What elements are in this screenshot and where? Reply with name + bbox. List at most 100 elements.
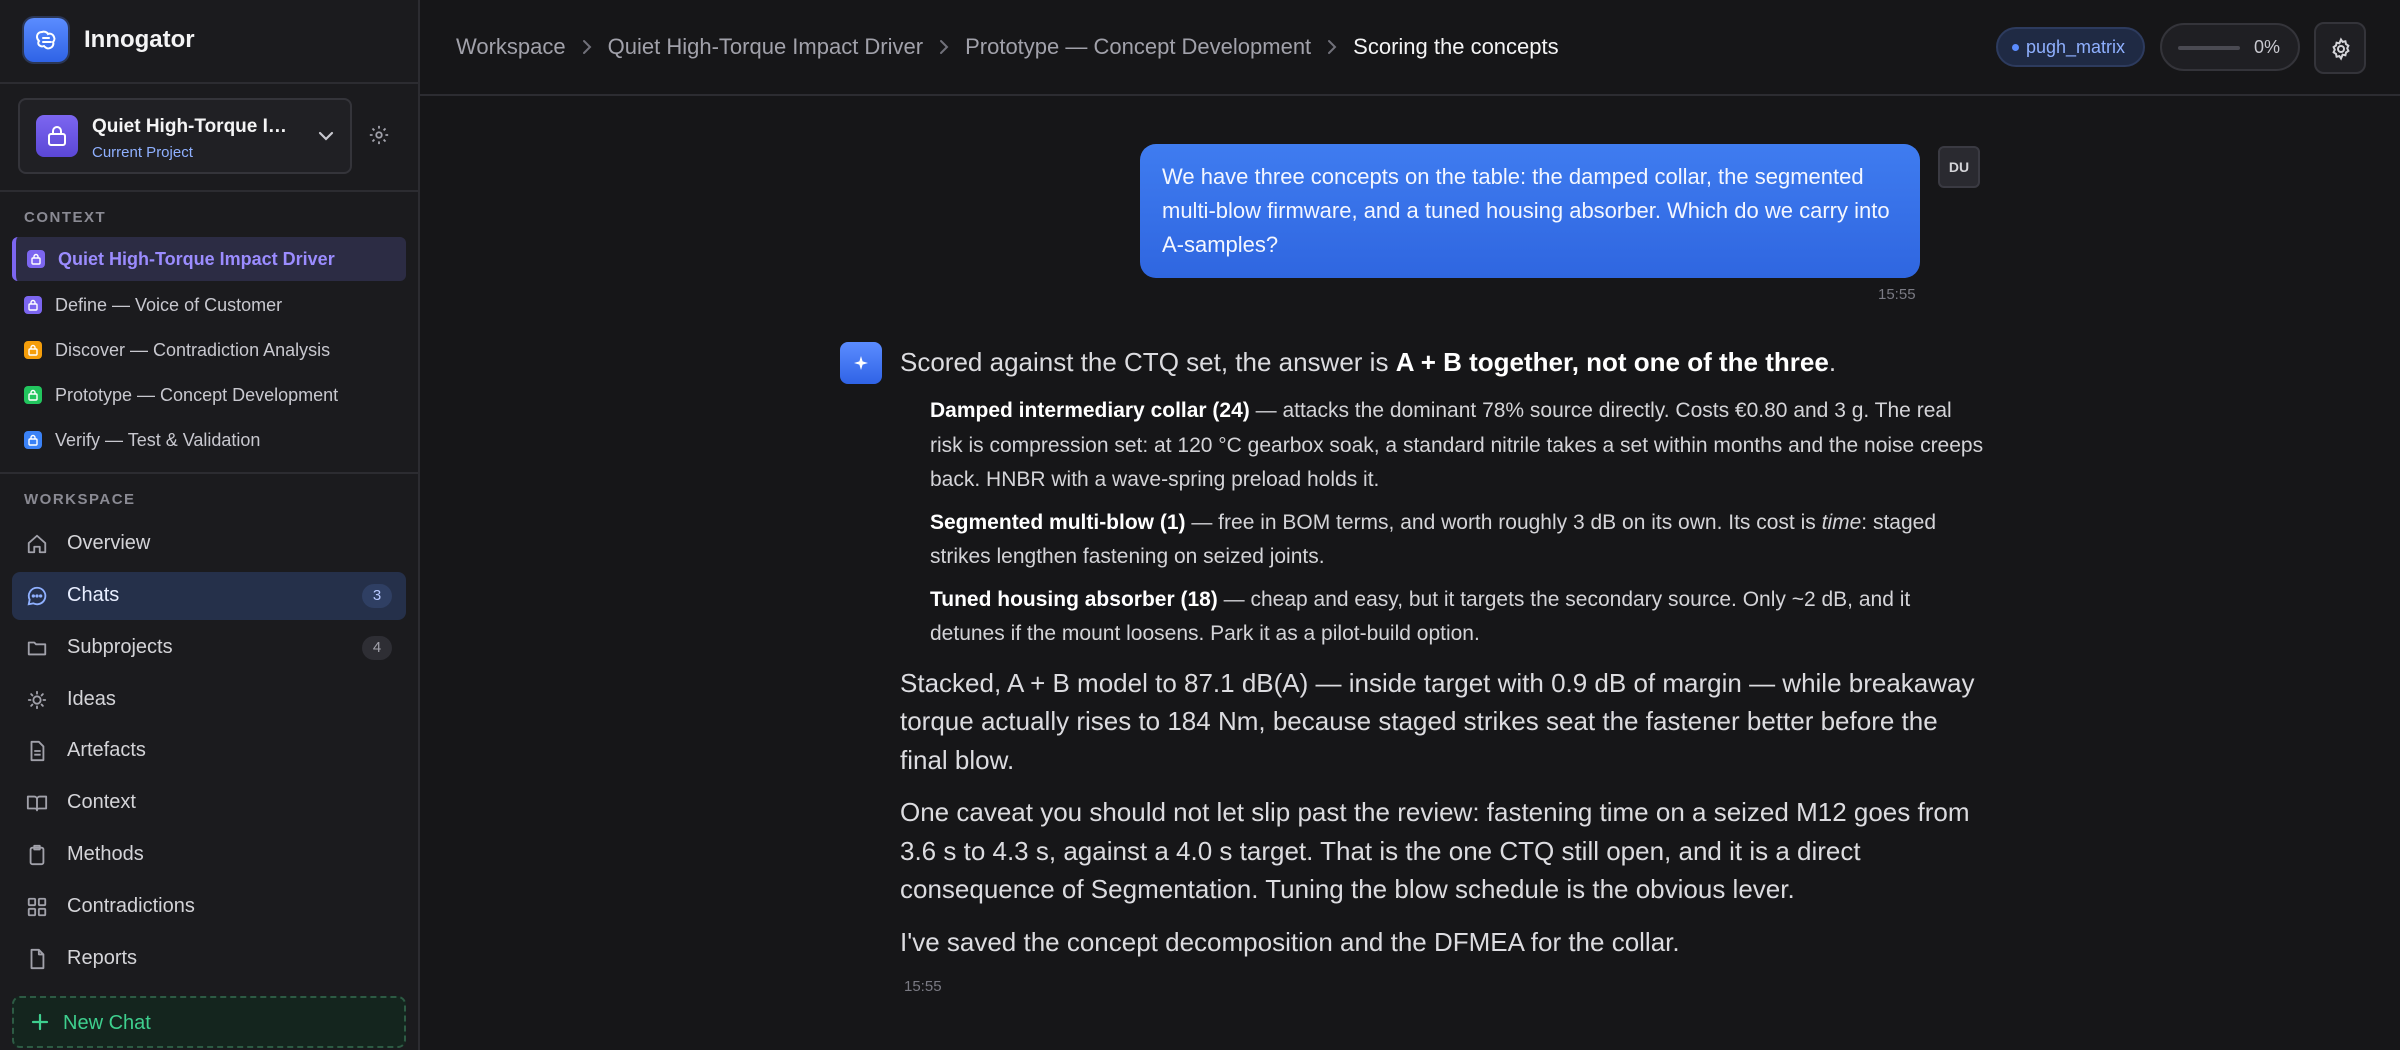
new-chat-button[interactable]: New Chat	[12, 996, 406, 1048]
clipboard-icon	[29, 844, 45, 866]
lock-icon	[27, 250, 45, 268]
sidebar: Innogator Quiet High-Torque Impact Drive…	[0, 0, 420, 1050]
breadcrumb-item-current: Scoring the concepts	[1353, 34, 1559, 59]
message-timestamp: 15:55	[904, 978, 942, 995]
assistant-lead-bold: A + B together, not one of the three	[1395, 347, 1829, 377]
nav-item-label: Ideas	[67, 688, 116, 710]
nav-item-label: Artefacts	[67, 739, 146, 761]
app-logo-icon[interactable]	[24, 18, 68, 62]
count-badge: 4	[362, 636, 392, 660]
nav-item-chats[interactable]: Chats 3	[12, 572, 406, 620]
context-item-define[interactable]: Define — Voice of Customer	[12, 283, 406, 327]
gear-icon	[2332, 37, 2350, 61]
progress-text: 0%	[2254, 37, 2281, 57]
chevron-right-icon	[582, 40, 592, 54]
assistant-paragraph: I've saved the concept decomposition and…	[900, 926, 1680, 957]
report-icon	[30, 948, 45, 970]
breadcrumb-item-workspace[interactable]: Workspace	[456, 34, 566, 60]
project-subtitle: Current Project	[92, 144, 193, 161]
status-dot	[2012, 44, 2019, 51]
concept-list: Damped intermediary collar (24) — attack…	[900, 394, 1990, 652]
context-item-label: Discover — Contradiction Analysis	[55, 340, 331, 360]
concept-title: Damped intermediary collar (24)	[930, 399, 1250, 422]
breadcrumb-item-project[interactable]: Quiet High-Torque Impact Driver	[608, 34, 923, 60]
chevron-right-icon	[1328, 40, 1337, 54]
lightbulb-icon	[27, 690, 47, 710]
new-chat-label: New Chat	[63, 1012, 151, 1034]
context-item-prototype[interactable]: Prototype — Concept Development	[12, 373, 406, 417]
progress-track	[2178, 46, 2240, 50]
assistant-paragraph: Stacked, A + B model to 87.1 dB(A) — ins…	[900, 667, 1975, 775]
nav-item-label: Chats	[67, 584, 120, 606]
sparkle-icon	[854, 356, 868, 370]
assistant-paragraph: One caveat you should not let slip past …	[900, 797, 1970, 904]
lock-icon	[24, 431, 42, 449]
assistant-message: Scored against the CTQ set, the answer i…	[900, 342, 1990, 961]
nav-item-reports[interactable]: Reports	[12, 935, 406, 983]
context-item-label: Quiet High-Torque Impact Driver	[58, 249, 335, 269]
lock-icon	[24, 341, 42, 359]
progress-indicator[interactable]: 0%	[2160, 23, 2300, 71]
workspace-section-label: WORKSPACE	[24, 491, 136, 508]
nav-item-subprojects[interactable]: Subprojects 4	[12, 624, 406, 672]
method-tag-label: pugh_matrix	[2026, 37, 2126, 57]
context-section-label: CONTEXT	[24, 209, 107, 226]
nav-item-contradictions[interactable]: Contradictions	[12, 883, 406, 931]
nav-item-label: Overview	[67, 532, 151, 554]
nav-item-label: Reports	[67, 947, 138, 969]
count-badge: 3	[362, 584, 392, 608]
nav-item-label: Contradictions	[67, 895, 195, 917]
context-item-label: Verify — Test & Validation	[55, 430, 261, 450]
nav-item-label: Subprojects	[67, 636, 173, 658]
project-settings-gear-icon[interactable]	[368, 124, 390, 146]
nav-item-ideas[interactable]: Ideas	[12, 676, 406, 724]
concept-title: Tuned housing absorber (18)	[930, 587, 1218, 611]
list-item: Damped intermediary collar (24) — attack…	[930, 394, 1990, 498]
chat-icon	[27, 586, 47, 606]
project-name: Quiet High-Torque Impact Driver	[92, 116, 302, 137]
concept-title: Segmented multi-blow (1)	[930, 510, 1186, 534]
message-timestamp: 15:55	[1878, 286, 1916, 303]
lock-icon	[24, 296, 42, 314]
top-bar: Workspace Quiet High-Torque Impact Drive…	[420, 0, 2400, 96]
plus-icon	[31, 1013, 49, 1031]
home-icon	[27, 534, 47, 554]
grid-icon	[27, 897, 47, 917]
nav-item-label: Methods	[67, 843, 144, 865]
book-icon	[26, 795, 48, 812]
settings-button[interactable]	[2314, 22, 2366, 74]
nav-item-methods[interactable]: Methods	[12, 831, 406, 879]
nav-item-label: Context	[67, 791, 136, 813]
assistant-lead: Scored against the CTQ set, the answer i…	[900, 342, 1990, 382]
lock-icon	[36, 115, 78, 157]
nav-item-context[interactable]: Context	[12, 779, 406, 827]
divider	[0, 472, 418, 474]
lock-icon	[24, 386, 42, 404]
concept-text: — free in BOM terms, and worth roughly 3…	[1185, 510, 1822, 534]
document-icon	[30, 740, 45, 762]
list-item: Tuned housing absorber (18) — cheap and …	[930, 583, 1990, 652]
divider	[0, 190, 418, 192]
context-item-discover[interactable]: Discover — Contradiction Analysis	[12, 328, 406, 372]
folder-icon	[27, 641, 47, 656]
user-message-bubble: We have three concepts on the table: the…	[1140, 144, 1920, 278]
user-avatar[interactable]: DU	[1938, 146, 1980, 188]
concept-text-emphasis: time	[1821, 510, 1862, 534]
nav-item-overview[interactable]: Overview	[12, 520, 406, 568]
assistant-lead-text: Scored against the CTQ set, the answer i…	[900, 347, 1396, 377]
context-item-label: Define — Voice of Customer	[55, 295, 283, 315]
nav-item-artefacts[interactable]: Artefacts	[12, 727, 406, 775]
method-tag[interactable]: pugh_matrix	[1996, 27, 2146, 67]
project-switcher[interactable]: Quiet High-Torque Impact Driver Current …	[18, 98, 352, 174]
context-item-label: Prototype — Concept Development	[55, 385, 339, 405]
assistant-lead-end: .	[1828, 347, 1837, 377]
assistant-avatar	[840, 342, 882, 384]
app-name: Innogator	[84, 26, 195, 53]
context-item-quiet-impact-driver[interactable]: Quiet High-Torque Impact Driver	[12, 237, 406, 281]
list-item: Segmented multi-blow (1) — free in BOM t…	[930, 506, 1990, 575]
breadcrumb-item-subproject[interactable]: Prototype — Concept Development	[965, 34, 1311, 60]
chevron-down-icon	[318, 131, 334, 141]
breadcrumb: Workspace Quiet High-Torque Impact Drive…	[456, 33, 1559, 61]
brand-header: Innogator	[0, 0, 418, 84]
context-item-verify[interactable]: Verify — Test & Validation	[12, 418, 406, 462]
